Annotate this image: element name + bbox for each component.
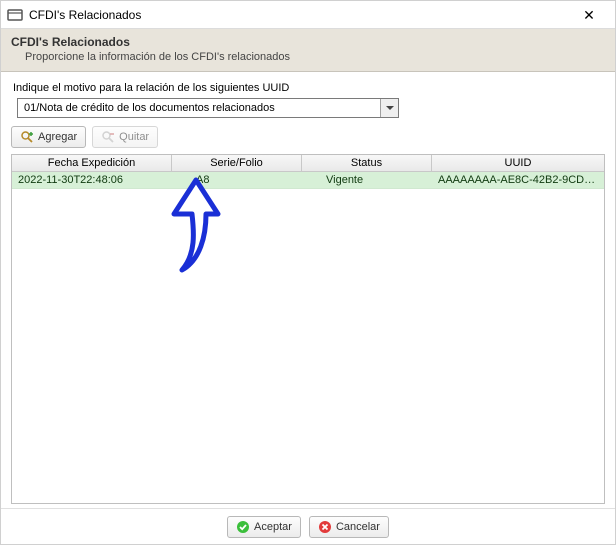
col-fecha[interactable]: Fecha Expedición	[12, 155, 172, 171]
quitar-label: Quitar	[119, 131, 149, 143]
aceptar-button[interactable]: Aceptar	[227, 516, 301, 538]
dialog-subheader: CFDI's Relacionados Proporcione la infor…	[1, 29, 615, 72]
cell-status: Vigente	[302, 172, 432, 188]
cancelar-label: Cancelar	[336, 521, 380, 533]
close-button[interactable]: ✕	[569, 1, 609, 29]
x-circle-icon	[318, 520, 332, 534]
check-circle-icon	[236, 520, 250, 534]
cancelar-button[interactable]: Cancelar	[309, 516, 389, 538]
aceptar-label: Aceptar	[254, 521, 292, 533]
dialog-footer: Aceptar Cancelar	[1, 508, 615, 544]
motivo-selected-value: 01/Nota de crédito de los documentos rel…	[18, 99, 380, 117]
app-icon	[7, 7, 23, 23]
chevron-down-icon	[380, 99, 398, 117]
cell-serie: A8	[172, 172, 302, 188]
window-title: CFDI's Relacionados	[29, 8, 569, 22]
grid-header: Fecha Expedición Serie/Folio Status UUID	[12, 155, 604, 172]
col-status[interactable]: Status	[302, 155, 432, 171]
toolbar: Agregar Quitar	[11, 126, 605, 148]
quitar-button: Quitar	[92, 126, 158, 148]
cell-uuid: AAAAAAAA-AE8C-42B2-9CDF-4...	[432, 172, 604, 188]
motivo-select[interactable]: 01/Nota de crédito de los documentos rel…	[17, 98, 399, 118]
col-uuid[interactable]: UUID	[432, 155, 604, 171]
subheader-description: Proporcione la información de los CFDI's…	[25, 51, 605, 63]
search-add-icon	[20, 130, 34, 144]
cfdi-grid: Fecha Expedición Serie/Folio Status UUID…	[11, 154, 605, 504]
search-remove-icon	[101, 130, 115, 144]
table-row[interactable]: 2022-11-30T22:48:06 A8 Vigente AAAAAAAA-…	[12, 172, 604, 189]
content-area: Indique el motivo para la relación de lo…	[1, 72, 615, 504]
window-titlebar: CFDI's Relacionados ✕	[1, 1, 615, 29]
agregar-label: Agregar	[38, 131, 77, 143]
cell-fecha: 2022-11-30T22:48:06	[12, 172, 172, 188]
col-serie[interactable]: Serie/Folio	[172, 155, 302, 171]
motivo-label: Indique el motivo para la relación de lo…	[13, 82, 605, 94]
agregar-button[interactable]: Agregar	[11, 126, 86, 148]
close-icon: ✕	[583, 8, 595, 22]
subheader-title: CFDI's Relacionados	[11, 35, 605, 49]
